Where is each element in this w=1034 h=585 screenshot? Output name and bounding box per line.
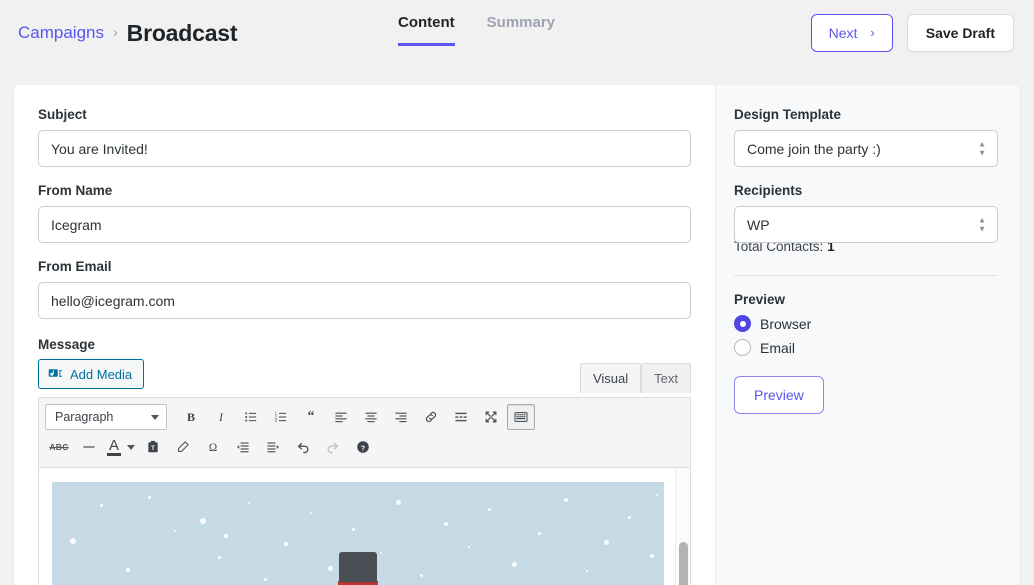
fullscreen-icon[interactable]	[477, 404, 505, 430]
svg-text:?: ?	[361, 443, 366, 452]
undo-icon[interactable]	[289, 434, 317, 460]
recipients-value: WP	[747, 216, 770, 233]
stepper-arrows-icon: ▲ ▼	[978, 215, 986, 233]
page-tabs: Content Summary	[398, 14, 555, 46]
help-icon[interactable]: ?	[349, 434, 377, 460]
editor-tab-text[interactable]: Text	[641, 363, 691, 393]
text-color-letter: A	[107, 437, 122, 456]
media-icon	[48, 367, 63, 382]
recipients-label: Recipients	[734, 183, 803, 198]
recipients-select[interactable]: WP ▲ ▼	[734, 206, 998, 243]
numbered-list-icon[interactable]: 1 2 3	[267, 404, 295, 430]
editor-toolbar: Paragraph B I 1 2 3 “ ABC A T Ω ?	[39, 398, 690, 468]
paragraph-format-select[interactable]: Paragraph	[45, 404, 167, 430]
from-name-label: From Name	[38, 183, 113, 198]
sidebar-divider	[734, 275, 998, 276]
read-more-icon[interactable]	[447, 404, 475, 430]
stepper-arrows-icon: ▲ ▼	[978, 139, 986, 157]
link-icon[interactable]	[417, 404, 445, 430]
svg-text:B: B	[187, 410, 195, 424]
strikethrough-icon[interactable]: ABC	[45, 434, 73, 460]
rich-text-editor: Paragraph B I 1 2 3 “ ABC A T Ω ?	[38, 397, 691, 585]
add-media-label: Add Media	[70, 366, 133, 382]
top-bar: Campaigns › Broadcast Content Summary Ne…	[0, 0, 1034, 66]
editor-toolbar-row-2: ABC A T Ω ?	[45, 432, 684, 462]
message-field-group: Message Add Media Visual Text Paragraph …	[38, 337, 691, 585]
from-email-input[interactable]	[38, 282, 691, 319]
top-bar-actions: Next › Save Draft	[810, 14, 1014, 52]
tab-summary[interactable]: Summary	[487, 14, 555, 46]
from-name-field-group: From Name	[38, 183, 691, 243]
bulleted-list-icon[interactable]	[237, 404, 265, 430]
bold-icon[interactable]: B	[177, 404, 205, 430]
outdent-icon[interactable]	[229, 434, 257, 460]
subject-label: Subject	[38, 107, 87, 122]
align-center-icon[interactable]	[357, 404, 385, 430]
message-label: Message	[38, 337, 96, 352]
from-email-label: From Email	[38, 259, 112, 274]
editor-scrollbar-thumb[interactable]	[679, 542, 688, 585]
italic-icon[interactable]: I	[207, 404, 235, 430]
from-name-input[interactable]	[38, 206, 691, 243]
indent-icon[interactable]	[259, 434, 287, 460]
subject-input[interactable]	[38, 130, 691, 167]
from-email-field-group: From Email	[38, 259, 691, 319]
content-card: Subject From Name From Email Message	[14, 85, 1020, 585]
blockquote-icon[interactable]: “	[297, 404, 325, 430]
toolbar-toggle-icon[interactable]	[507, 404, 535, 430]
clear-formatting-icon[interactable]	[169, 434, 197, 460]
strikethrough-label: ABC	[49, 442, 69, 452]
text-color-icon[interactable]: A	[105, 434, 137, 460]
snowman-figure	[315, 546, 401, 585]
add-media-button[interactable]: Add Media	[38, 359, 145, 389]
save-draft-button[interactable]: Save Draft	[906, 14, 1014, 52]
editor-mode-tabs: Visual Text	[579, 363, 691, 393]
preview-option-email[interactable]: Email	[734, 339, 998, 356]
sidebar-panel: Design Template Come join the party :) ▲…	[715, 85, 1020, 585]
page-title: Broadcast	[126, 19, 238, 46]
editor-content-area[interactable]	[39, 468, 690, 585]
winter-scene-image	[52, 482, 664, 585]
align-left-icon[interactable]	[327, 404, 355, 430]
align-right-icon[interactable]	[387, 404, 415, 430]
design-template-label: Design Template	[734, 107, 842, 122]
preview-option-browser[interactable]: Browser	[734, 315, 998, 332]
design-template-value: Come join the party :)	[747, 140, 881, 157]
editor-tab-visual[interactable]: Visual	[579, 363, 642, 393]
horizontal-rule-icon[interactable]	[75, 434, 103, 460]
chevron-right-icon: ›	[870, 24, 875, 40]
design-template-select[interactable]: Come join the party :) ▲ ▼	[734, 130, 998, 167]
special-character-icon[interactable]: Ω	[199, 434, 227, 460]
svg-text:I: I	[218, 410, 224, 424]
svg-text:3: 3	[275, 418, 278, 423]
editor-scrollbar[interactable]	[675, 468, 690, 585]
redo-icon[interactable]	[319, 434, 347, 460]
svg-text:T: T	[151, 445, 155, 452]
chevron-down-icon	[127, 444, 136, 450]
tab-content[interactable]: Content	[398, 14, 455, 46]
preview-option-browser-label: Browser	[760, 315, 812, 332]
preview-label: Preview	[734, 292, 786, 307]
breadcrumb: Campaigns › Broadcast	[18, 19, 238, 47]
paragraph-format-value: Paragraph	[55, 410, 114, 424]
chevron-down-icon	[151, 414, 159, 420]
preview-option-email-label: Email	[760, 339, 796, 356]
svg-text:Ω: Ω	[209, 442, 217, 454]
top-hat-crown	[339, 552, 377, 582]
breadcrumb-campaigns-link[interactable]: Campaigns	[18, 23, 104, 43]
radio-browser-icon[interactable]	[734, 315, 751, 332]
subject-field-group: Subject	[38, 107, 691, 167]
svg-text:“: “	[308, 409, 315, 423]
recipients-group: Recipients WP ▲ ▼ Total Contacts: 1	[734, 183, 998, 254]
next-button-label: Next	[828, 25, 858, 41]
paste-as-text-icon[interactable]: T	[139, 434, 167, 460]
preview-group: Preview Browser Email Preview	[734, 292, 998, 414]
radio-email-icon[interactable]	[734, 339, 751, 356]
main-column: Subject From Name From Email Message	[14, 85, 715, 585]
editor-toolbar-row-1: Paragraph B I 1 2 3 “	[45, 402, 684, 432]
preview-button[interactable]: Preview	[734, 376, 824, 414]
next-button[interactable]: Next ›	[810, 14, 893, 52]
breadcrumb-separator-icon: ›	[113, 24, 118, 40]
design-template-group: Design Template Come join the party :) ▲…	[734, 107, 998, 167]
